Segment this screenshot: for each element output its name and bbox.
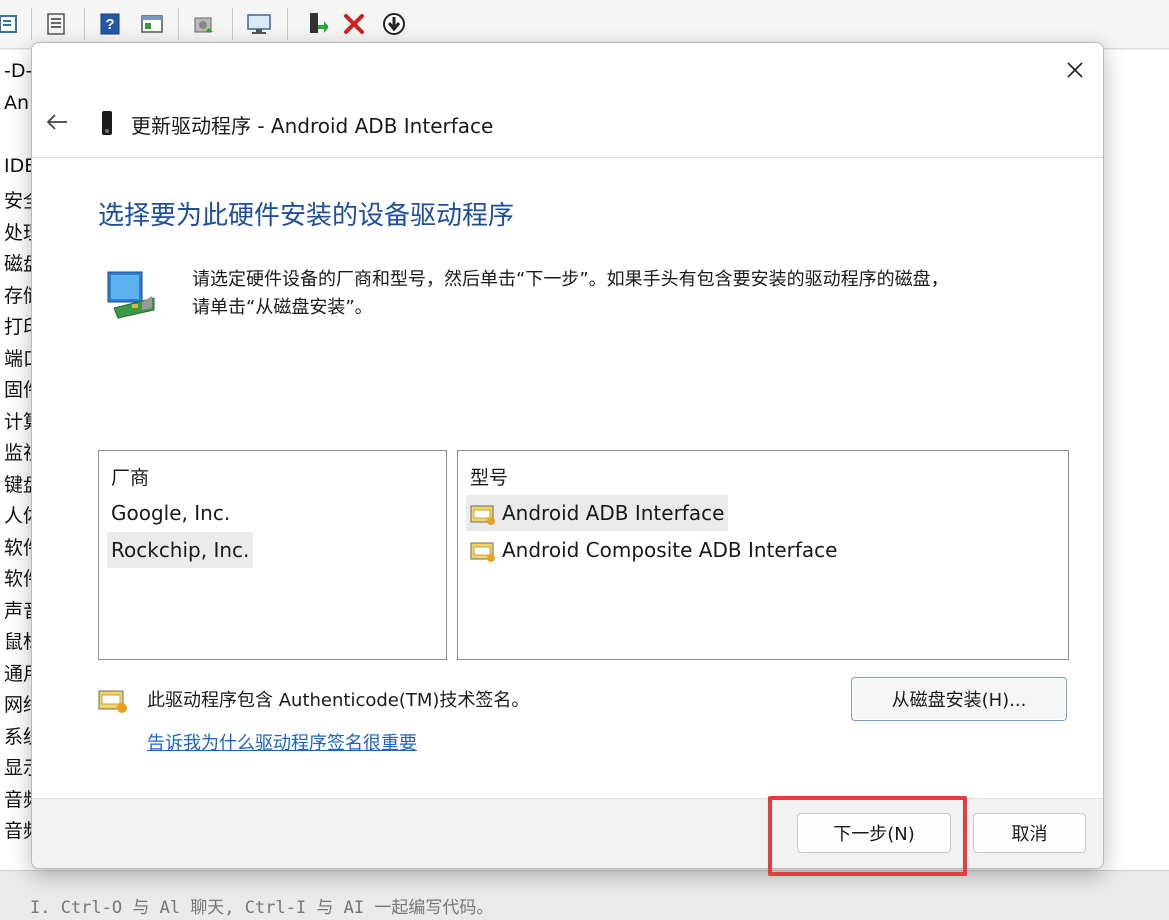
- instruction-text-line2: 请单击“从磁盘安装”。: [192, 297, 373, 318]
- driver-cert-icon: [470, 505, 495, 525]
- manufacturer-item[interactable]: Google, Inc.: [107, 495, 234, 531]
- tree-item[interactable]: -D-: [4, 60, 32, 82]
- page-heading: 选择要为此硬件安装的设备驱动程序: [98, 201, 515, 231]
- update-driver-icon[interactable]: [302, 10, 330, 38]
- signed-certificate-icon: [98, 690, 127, 713]
- monitor-icon[interactable]: [245, 10, 273, 38]
- model-label: Android ADB Interface: [502, 501, 725, 525]
- model-item[interactable]: Android Composite ADB Interface: [466, 532, 841, 568]
- tree-item[interactable]: An: [4, 92, 29, 114]
- highlight-annotation-box: [768, 796, 967, 876]
- update-driver-dialog: 更新驱动程序 - Android ADB Interface 选择要为此硬件安装…: [31, 42, 1104, 869]
- back-arrow-icon[interactable]: [44, 109, 70, 135]
- have-disk-button[interactable]: 从磁盘安装(H)...: [851, 677, 1067, 721]
- dialog-title: 更新驱动程序 - Android ADB Interface: [131, 114, 494, 138]
- scan-hardware-icon[interactable]: [190, 10, 218, 38]
- model-list[interactable]: 型号 Android ADB Interface Android Composi…: [457, 450, 1069, 660]
- properties-icon[interactable]: [0, 10, 22, 38]
- hardware-card-icon: [107, 271, 155, 319]
- disable-icon[interactable]: [380, 10, 408, 38]
- title-divider: [32, 157, 1103, 158]
- console-icon[interactable]: [138, 10, 166, 38]
- document-icon[interactable]: [42, 10, 70, 38]
- model-item-selected[interactable]: Android ADB Interface: [466, 495, 729, 531]
- close-icon[interactable]: [1062, 57, 1088, 83]
- manufacturer-list[interactable]: 厂商 Google, Inc. Rockchip, Inc.: [98, 450, 447, 660]
- model-label: Android Composite ADB Interface: [502, 538, 838, 562]
- manufacturer-item-selected[interactable]: Rockchip, Inc.: [107, 532, 254, 568]
- model-header: 型号: [470, 467, 509, 489]
- help-icon[interactable]: ?: [96, 10, 124, 38]
- manufacturer-header: 厂商: [111, 467, 150, 489]
- cancel-button[interactable]: 取消: [973, 813, 1086, 853]
- status-text: I. Ctrl-O 与 Al 聊天, Ctrl-I 与 AI 一起编写代码。: [30, 898, 494, 918]
- svg-text:?: ?: [105, 16, 114, 33]
- driver-cert-icon: [470, 542, 495, 562]
- uninstall-icon[interactable]: [340, 10, 368, 38]
- driver-signing-link[interactable]: 告诉我为什么驱动程序签名很重要: [147, 729, 417, 755]
- signature-info-text: 此驱动程序包含 Authenticode(TM)技术签名。: [147, 690, 530, 711]
- device-icon: [102, 111, 112, 135]
- instruction-text-line1: 请选定硬件设备的厂商和型号，然后单击“下一步”。如果手头有包含要安装的驱动程序的…: [192, 269, 949, 290]
